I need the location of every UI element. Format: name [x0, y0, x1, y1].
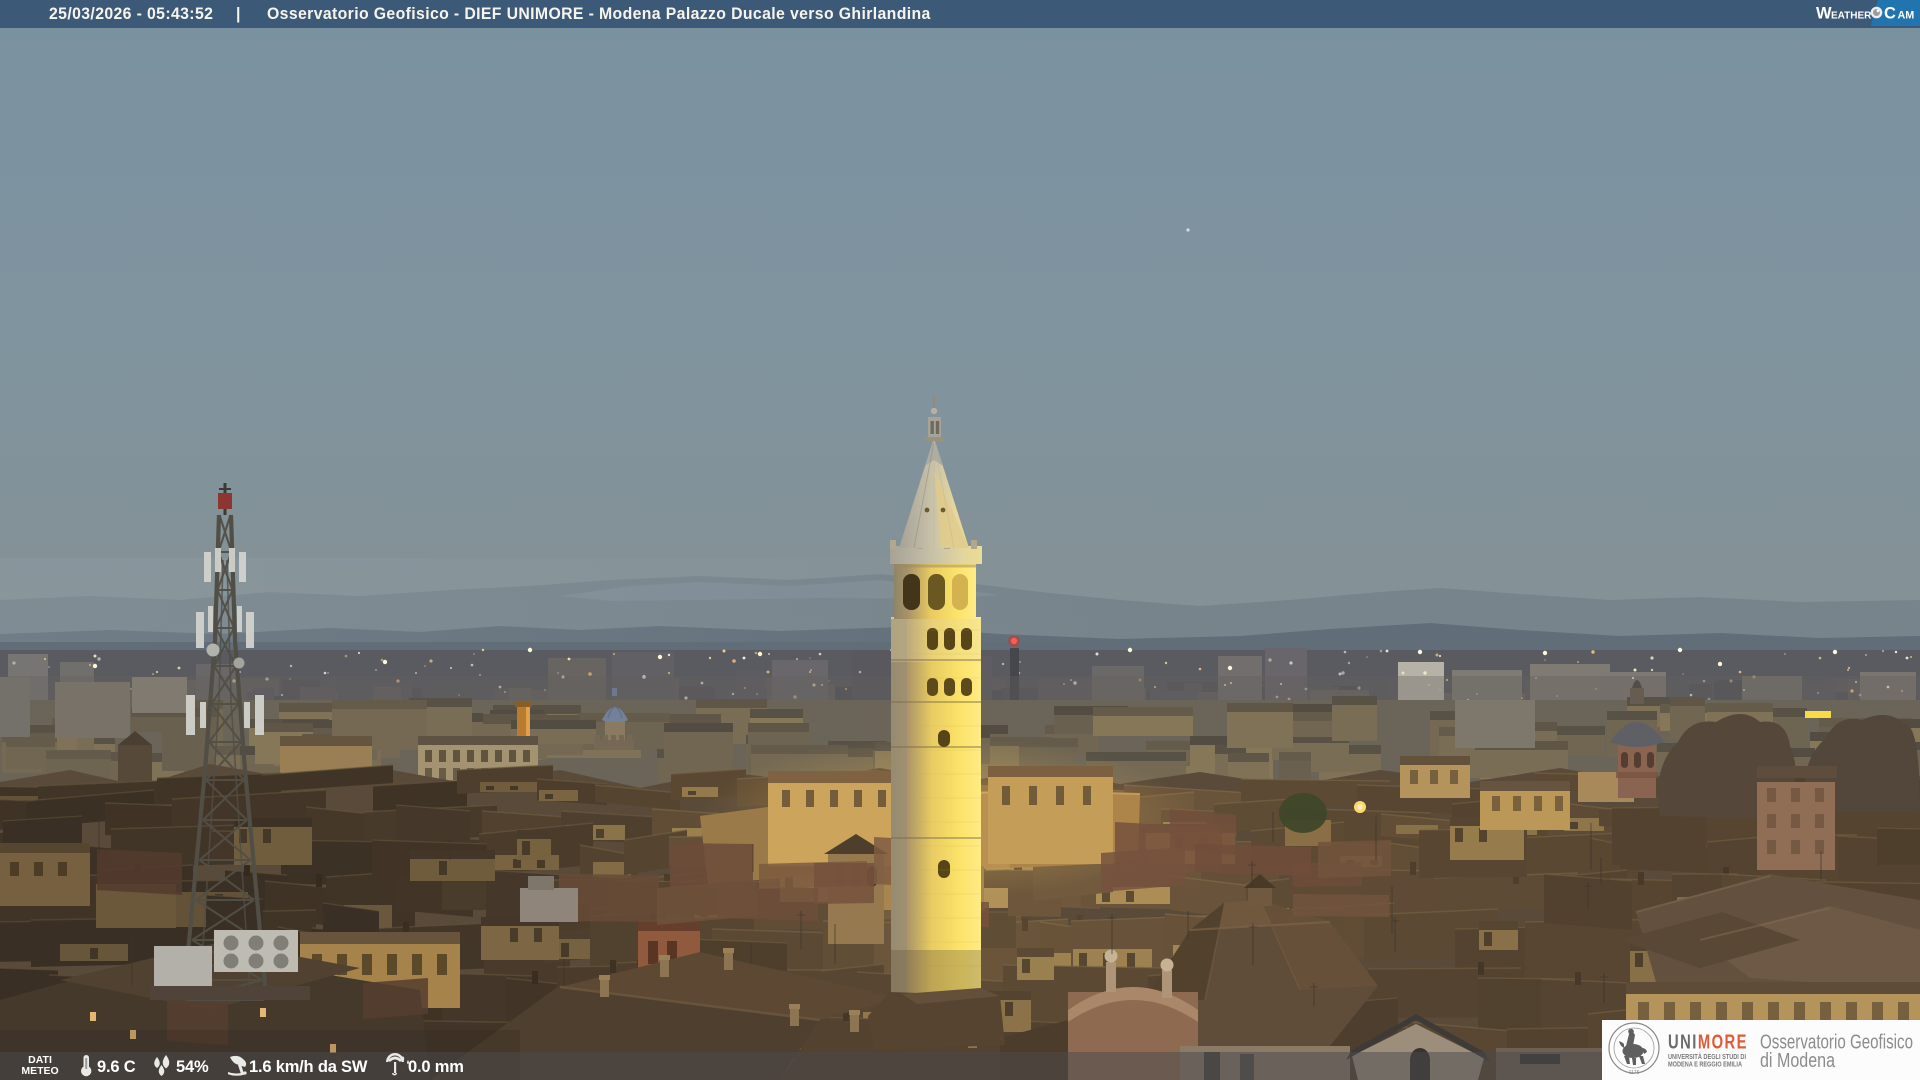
svg-text:W: W	[1816, 5, 1832, 23]
svg-text:9.6 C: 9.6 C	[97, 1058, 136, 1076]
svg-text:AM: AM	[1898, 10, 1915, 22]
svg-text:C: C	[1884, 5, 1896, 23]
svg-text:di Modena: di Modena	[1760, 1049, 1835, 1072]
svg-text:54%: 54%	[176, 1058, 209, 1076]
svg-text:UNIMORE: UNIMORE	[1668, 1032, 1748, 1054]
svg-text:EATHER: EATHER	[1831, 11, 1872, 22]
svg-text:1.6 km/h da SW: 1.6 km/h da SW	[249, 1058, 368, 1076]
svg-text:MODENA E REGGIO EMILIA: MODENA E REGGIO EMILIA	[1668, 1060, 1742, 1069]
svg-text:0.0 mm: 0.0 mm	[408, 1058, 464, 1076]
svg-text:1175: 1175	[1629, 1070, 1640, 1076]
